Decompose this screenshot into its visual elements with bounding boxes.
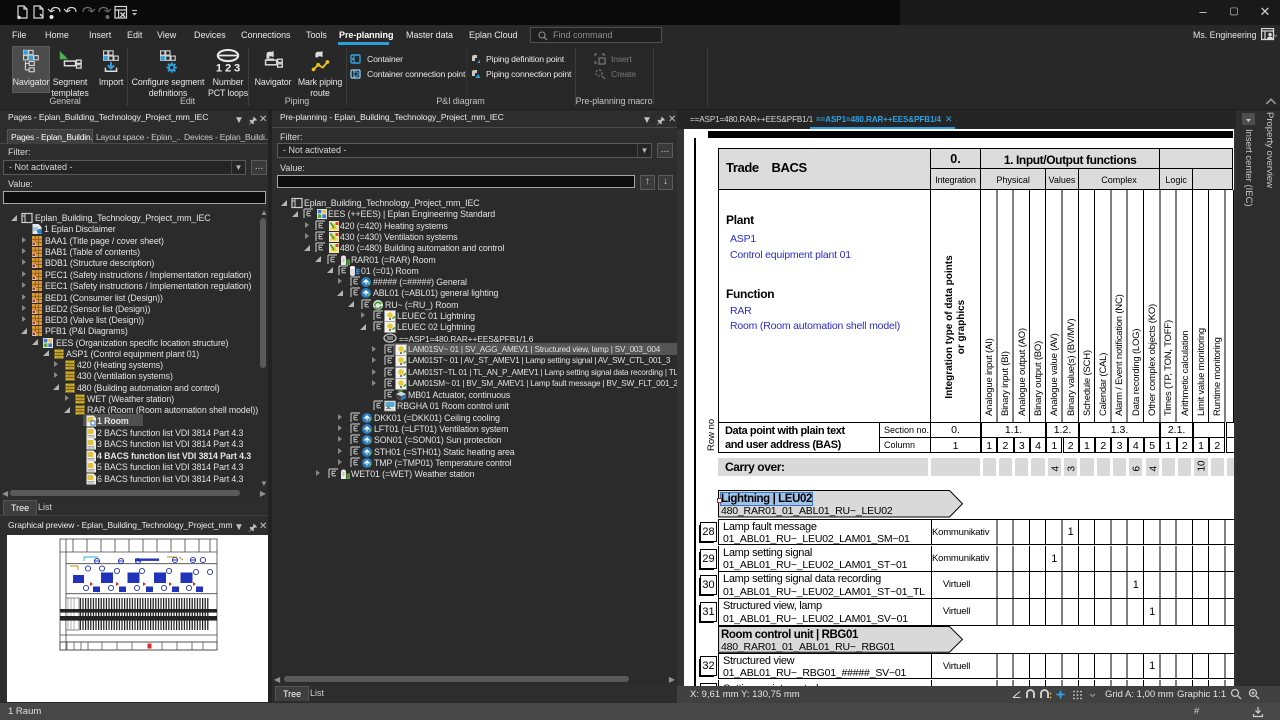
svg-text:1 2 3: 1 2 3	[216, 62, 240, 74]
